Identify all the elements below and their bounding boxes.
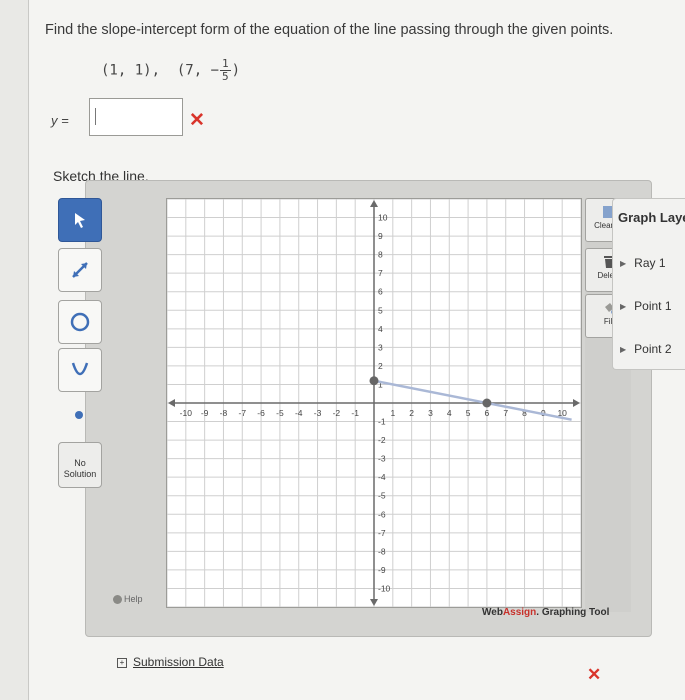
y-axis-arrow-down (370, 599, 378, 606)
x-tick-label: -8 (220, 408, 228, 418)
y-tick-label: 7 (378, 268, 383, 278)
layer-label: Ray 1 (634, 256, 666, 270)
layer-label: Point 2 (634, 342, 672, 356)
x-tick-label: 5 (466, 408, 471, 418)
x-tick-label: -9 (201, 408, 209, 418)
y-tick-label: 8 (378, 250, 383, 260)
no-solution-button[interactable]: No Solution (58, 442, 102, 488)
x-tick-label: 6 (485, 408, 490, 418)
x-tick-label: -2 (333, 408, 341, 418)
layer-item-point-1[interactable]: ▶ Point 1 (620, 299, 672, 313)
expand-triangle-icon: ▶ (620, 259, 627, 269)
point-two-end: ) (231, 62, 241, 79)
y-tick-label: -7 (378, 528, 386, 538)
x-tick-label: -3 (314, 408, 322, 418)
line-ray-icon (72, 262, 88, 278)
point-one: (1, 1), (101, 62, 161, 79)
submission-data-toggle[interactable]: + Submission Data (117, 655, 224, 669)
x-tick-label: -4 (295, 408, 303, 418)
question-prompt: Find the slope-intercept form of the equ… (45, 22, 614, 38)
point-tool-button[interactable] (58, 394, 100, 436)
page: Find the slope-intercept form of the equ… (28, 0, 685, 700)
y-tick-label: -8 (378, 546, 386, 556)
no-solution-line-2: Solution (63, 468, 97, 479)
y-tick-label: -4 (378, 472, 386, 482)
graph-point (482, 398, 492, 408)
layer-label: Point 1 (634, 299, 672, 313)
expand-triangle-icon: ▶ (620, 302, 627, 312)
parabola-icon (71, 362, 89, 376)
x-tick-label: -6 (257, 408, 265, 418)
ray-line (373, 379, 572, 421)
no-solution-line-1: No (74, 457, 86, 468)
help-icon (113, 595, 122, 605)
y-axis-arrow-up (370, 200, 378, 207)
y-tick-label: -2 (378, 435, 386, 445)
answer-prefix: y = (51, 113, 69, 128)
fraction-denominator: 5 (222, 70, 229, 83)
incorrect-x-icon: ✕ (189, 110, 205, 131)
expand-plus-icon: + (117, 657, 127, 668)
y-tick-label: 9 (378, 231, 383, 241)
ray-tool-button[interactable] (58, 248, 102, 292)
answer-input[interactable] (89, 98, 183, 136)
help-link[interactable]: Help (113, 594, 143, 605)
x-axis-arrow-right (573, 399, 580, 407)
text-caret (95, 108, 96, 125)
brand-part-2: Assign (502, 607, 537, 618)
x-tick-label: -1 (351, 408, 359, 418)
x-tick-label: 3 (428, 408, 433, 418)
y-tick-label: 3 (378, 342, 383, 352)
y-tick-label: 5 (378, 305, 383, 315)
circle-icon (70, 312, 90, 332)
pointer-tool-button[interactable] (58, 198, 102, 242)
x-tick-label: -7 (238, 408, 246, 418)
y-tick-label: -5 (378, 491, 386, 501)
point-two-start: (7, − (176, 62, 220, 79)
y-tick-label: -10 (378, 583, 391, 593)
circle-tool-button[interactable] (58, 300, 102, 344)
pointer-icon (75, 213, 85, 228)
x-tick-label: -5 (276, 408, 284, 418)
point-dot-icon (75, 411, 83, 419)
x-tick-label: -10 (180, 408, 193, 418)
x-tick-label: 2 (409, 408, 414, 418)
coordinate-plane[interactable]: -10-9-8-7-6-5-4-3-2-11234567891010987654… (167, 199, 581, 607)
submission-data-label: Submission Data (133, 655, 224, 669)
webassign-brand: WebAssign. Graphing Tool (482, 607, 609, 618)
x-tick-label: 1 (390, 408, 395, 418)
graph-point (369, 376, 379, 386)
x-tick-label: 4 (447, 408, 452, 418)
x-axis-arrow-left (168, 399, 175, 407)
y-tick-label: 10 (378, 213, 388, 223)
fraction: 15 (220, 58, 231, 83)
help-label: Help (124, 594, 143, 604)
given-points: (1, 1), (7, −1 5) (101, 58, 240, 83)
graph-canvas[interactable]: -10-9-8-7-6-5-4-3-2-11234567891010987654… (166, 198, 582, 608)
y-tick-label: 2 (378, 361, 383, 371)
graph-toolbar: No Solution (53, 198, 104, 612)
x-tick-label: 7 (503, 408, 508, 418)
y-tick-label: -6 (378, 509, 386, 519)
brand-part-3: . Graphing Tool (536, 607, 610, 618)
layer-item-point-2[interactable]: ▶ Point 2 (620, 342, 672, 356)
graph-layers-panel: Graph Layers ▶ Ray 1 ▶ Point 1 ▶ Point 2 (612, 198, 685, 370)
incorrect-x-icon: ✕ (587, 665, 602, 684)
y-tick-label: -3 (378, 454, 386, 464)
layer-item-ray-1[interactable]: ▶ Ray 1 (620, 256, 666, 270)
graph-layers-title: Graph Layers (618, 210, 685, 225)
parabola-tool-button[interactable] (58, 348, 102, 392)
y-tick-label: 4 (378, 324, 383, 334)
brand-part-1: Web (482, 607, 503, 618)
y-tick-label: -1 (378, 417, 386, 427)
y-tick-label: 6 (378, 287, 383, 297)
y-tick-label: -9 (378, 565, 386, 575)
expand-triangle-icon: ▶ (620, 345, 627, 355)
